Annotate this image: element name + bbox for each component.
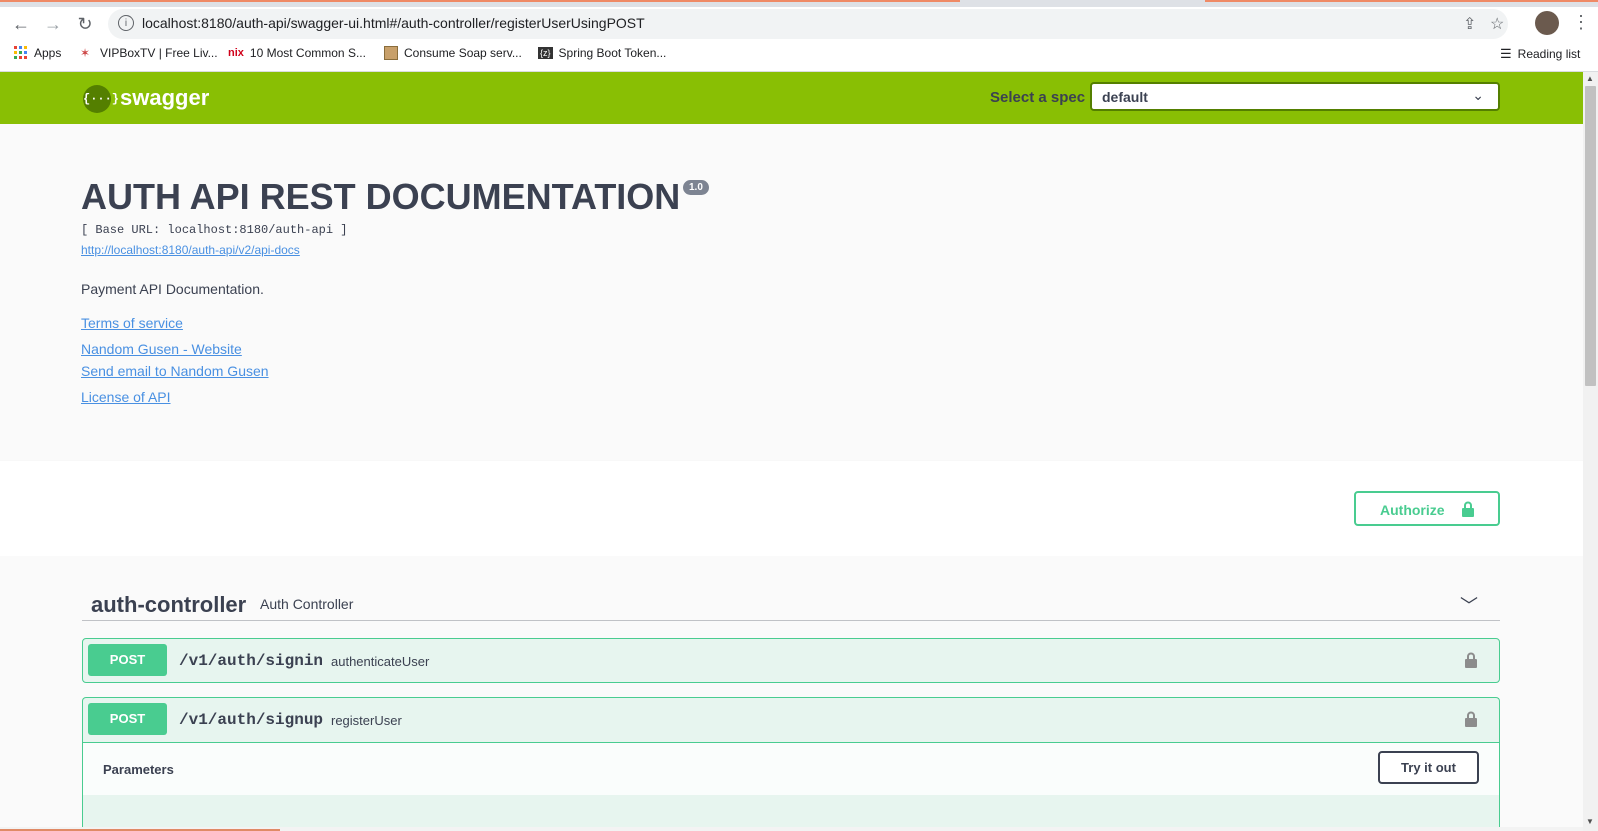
method-badge: POST xyxy=(88,703,167,735)
swagger-logo-text[interactable]: swagger xyxy=(120,85,209,111)
browser-tab-strip xyxy=(0,0,1598,7)
bookmark-spring[interactable]: {z} Spring Boot Token... xyxy=(538,46,666,60)
lock-icon[interactable] xyxy=(1465,711,1477,727)
profile-avatar[interactable] xyxy=(1535,11,1559,35)
op-path: /v1/auth/signup xyxy=(179,711,324,729)
lock-icon[interactable] xyxy=(1465,652,1477,668)
op-summary-text: authenticateUser xyxy=(331,654,430,669)
address-bar[interactable]: i localhost:8180/auth-api/swagger-ui.htm… xyxy=(108,9,1508,39)
bookmark-label: Consume Soap serv... xyxy=(404,46,522,60)
vipbox-icon: ✶ xyxy=(80,46,91,60)
bookmark-label: Spring Boot Token... xyxy=(558,46,667,60)
op-summary-text: registerUser xyxy=(331,713,402,728)
scheme-container: Authorize xyxy=(0,461,1583,556)
chevron-down-icon[interactable]: ﹀ xyxy=(1460,592,1478,618)
op-summary-signup[interactable]: POST /v1/auth/signup registerUser xyxy=(83,698,1499,742)
browser-menu-icon[interactable]: ⋮ xyxy=(1572,12,1590,33)
lock-icon xyxy=(1462,501,1474,517)
bookmark-common[interactable]: nix 10 Most Common S... xyxy=(228,46,366,60)
bookmark-soap[interactable]: Consume Soap serv... xyxy=(384,46,522,60)
website-link[interactable]: Nandom Gusen - Website xyxy=(81,341,242,357)
page-scrollbar[interactable]: ▲ ▼ xyxy=(1583,72,1598,831)
reload-icon[interactable]: ↻ xyxy=(72,11,98,37)
spec-label: Select a spec xyxy=(990,89,1086,106)
url-text[interactable]: localhost:8180/auth-api/swagger-ui.html#… xyxy=(142,15,645,31)
parameters-header: Parameters Try it out xyxy=(83,742,1499,795)
bookmark-star-icon[interactable]: ☆ xyxy=(1490,14,1504,34)
tag-description: Auth Controller xyxy=(260,596,354,612)
scroll-up-icon[interactable]: ▲ xyxy=(1586,74,1594,83)
reading-list[interactable]: ☰ Reading list xyxy=(1500,46,1580,62)
taskbar-edge xyxy=(0,827,1583,831)
page-title: AUTH API REST DOCUMENTATION xyxy=(81,176,681,217)
apps-grid-icon xyxy=(14,46,27,59)
method-badge: POST xyxy=(88,644,167,676)
scrollbar-thumb[interactable] xyxy=(1585,86,1596,386)
try-it-out-button[interactable]: Try it out xyxy=(1378,751,1479,784)
op-path: /v1/auth/signin xyxy=(179,652,324,670)
reading-list-icon: ☰ xyxy=(1500,46,1512,61)
scroll-down-icon[interactable]: ▼ xyxy=(1586,817,1594,826)
tag-header-auth-controller[interactable]: auth-controller Auth Controller ﹀ xyxy=(82,580,1500,621)
swagger-topbar: {···} swagger Select a spec default ⌄ xyxy=(0,72,1583,124)
operations-section: auth-controller Auth Controller ﹀ POST /… xyxy=(0,556,1583,831)
bookmark-label: 10 Most Common S... xyxy=(249,46,366,60)
authorize-button[interactable]: Authorize xyxy=(1354,491,1500,526)
bookmark-label: Apps xyxy=(34,46,62,60)
opblock-signin: POST /v1/auth/signin authenticateUser xyxy=(82,638,1500,683)
api-docs-link[interactable]: http://localhost:8180/auth-api/v2/api-do… xyxy=(81,243,300,257)
bookmarks-bar: Apps ✶ VIPBoxTV | Free Liv... nix 10 Mos… xyxy=(0,41,1598,72)
email-link[interactable]: Send email to Nandom Gusen xyxy=(81,363,269,379)
share-icon[interactable]: ⇪ xyxy=(1463,14,1476,34)
version-badge: 1.0 xyxy=(683,180,709,195)
parameters-title: Parameters xyxy=(103,762,174,777)
reading-list-label: Reading list xyxy=(1517,47,1581,61)
authorize-label: Authorize xyxy=(1380,502,1445,518)
api-info: AUTH API REST DOCUMENTATION 1.0 [ Base U… xyxy=(0,124,1583,461)
site-info-icon[interactable]: i xyxy=(118,15,134,31)
nix-icon: nix xyxy=(228,47,244,59)
spec-select-value: default xyxy=(1102,89,1148,105)
bookmark-apps[interactable]: Apps xyxy=(14,46,61,60)
swagger-logo-icon[interactable]: {···} xyxy=(83,85,119,113)
forward-arrow-icon[interactable]: → xyxy=(40,11,66,37)
browser-toolbar: ← → ↻ i localhost:8180/auth-api/swagger-… xyxy=(0,7,1598,41)
api-description: Payment API Documentation. xyxy=(81,281,264,297)
page-favicon-icon xyxy=(384,46,398,60)
spec-select[interactable]: default ⌄ xyxy=(1090,82,1500,111)
op-summary-signin[interactable]: POST /v1/auth/signin authenticateUser xyxy=(83,639,1499,683)
terms-link[interactable]: Terms of service xyxy=(81,315,183,331)
tag-name: auth-controller xyxy=(91,592,247,617)
bookmark-vipbox[interactable]: ✶ VIPBoxTV | Free Liv... xyxy=(80,46,218,60)
opblock-signup: POST /v1/auth/signup registerUser Parame… xyxy=(82,697,1500,831)
chevron-down-icon: ⌄ xyxy=(1472,87,1484,103)
base-url: [ Base URL: localhost:8180/auth-api ] xyxy=(81,223,348,237)
back-arrow-icon[interactable]: ← xyxy=(8,11,34,37)
z-favicon-icon: {z} xyxy=(538,47,553,59)
tab-accent xyxy=(1205,0,1598,2)
bookmark-label: VIPBoxTV | Free Liv... xyxy=(100,46,218,60)
license-link[interactable]: License of API xyxy=(81,389,171,405)
tab-accent xyxy=(0,0,960,2)
